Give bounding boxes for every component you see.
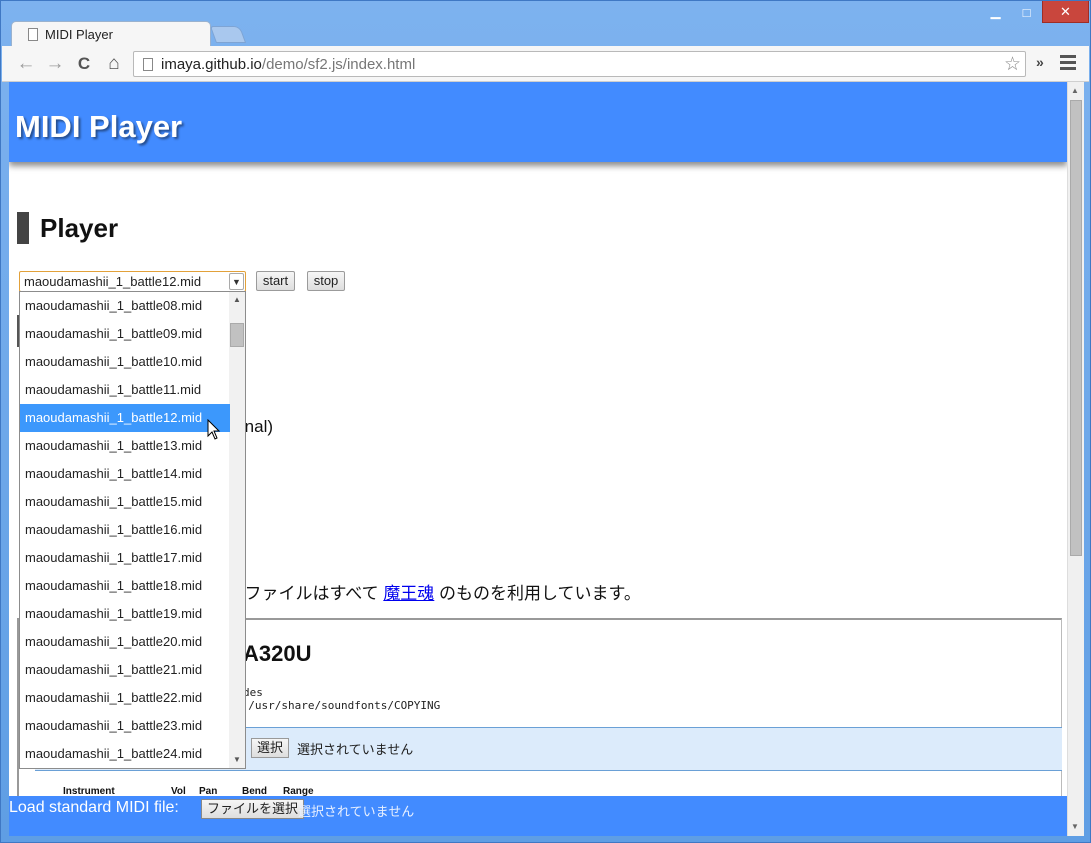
url-host: imaya.github.io xyxy=(161,55,262,73)
dropdown-option[interactable]: maoudamashii_1_battle20.mid xyxy=(20,628,230,656)
dropdown-option[interactable]: maoudamashii_1_battle17.mid xyxy=(20,544,230,572)
song-dropdown-list[interactable]: ▲ ▼ maoudamashii_1_battle08.mid maoudamas… xyxy=(19,291,246,769)
maximize-icon[interactable]: □ xyxy=(1011,1,1042,23)
window-controls: ▁ □ ✕ xyxy=(980,1,1089,23)
close-icon[interactable]: ✕ xyxy=(1042,1,1089,23)
footer-label: Load standard MIDI file: xyxy=(9,799,179,816)
extensions-overflow-icon[interactable]: » xyxy=(1036,54,1044,70)
dropdown-option[interactable]: maoudamashii_1_battle24.mid xyxy=(20,740,230,768)
browser-toolbar: ← → C ⌂ imaya.github.io/demo/sf2.js/inde… xyxy=(2,46,1089,82)
home-icon[interactable]: ⌂ xyxy=(102,52,126,76)
soundfont-file-button[interactable]: 選択 xyxy=(251,738,290,758)
tab-midi-player[interactable]: MIDI Player xyxy=(11,21,211,46)
bookmark-star-icon[interactable]: ☆ xyxy=(1004,53,1021,76)
dropdown-option[interactable]: maoudamashii_1_battle23.mid xyxy=(20,712,230,740)
soundfont-title: A320U xyxy=(243,641,312,666)
menu-icon[interactable] xyxy=(1060,55,1076,73)
scroll-down-icon[interactable]: ▼ xyxy=(233,755,241,764)
scroll-up-icon[interactable]: ▲ xyxy=(233,295,241,304)
dropdown-option[interactable]: maoudamashii_1_battle22.mid xyxy=(20,684,230,712)
dropdown-scrollbar[interactable]: ▲ ▼ xyxy=(229,292,245,768)
dropdown-option[interactable]: maoudamashii_1_battle09.mid xyxy=(20,320,230,348)
dropdown-scroll-thumb[interactable] xyxy=(230,323,244,347)
midi-file-status: 選択されていません xyxy=(298,804,415,819)
tab-title: MIDI Player xyxy=(45,26,113,42)
chevron-down-icon: ▼ xyxy=(229,273,244,290)
url-path: /demo/sf2.js/index.html xyxy=(261,55,416,73)
license-line-2: e /usr/share/soundfonts/COPYING xyxy=(235,699,441,712)
section-heading-player: Player xyxy=(17,212,118,244)
scroll-thumb[interactable] xyxy=(1070,100,1082,556)
dropdown-option[interactable]: maoudamashii_1_battle18.mid xyxy=(20,572,230,600)
midi-file-button[interactable]: ファイルを選択 xyxy=(201,799,305,819)
page-scrollbar[interactable]: ▲ ▼ xyxy=(1067,82,1084,836)
dropdown-option[interactable]: maoudamashii_1_battle21.mid xyxy=(20,656,230,684)
footer-load-bar: Load standard MIDI file: ファイルを選択 選択されていま… xyxy=(9,796,1067,836)
dropdown-option[interactable]: maoudamashii_1_battle15.mid xyxy=(20,488,230,516)
page-icon xyxy=(28,27,38,41)
soundfont-file-status: 選択されていません xyxy=(297,742,414,757)
new-tab-button[interactable] xyxy=(209,26,247,43)
dropdown-option[interactable]: maoudamashii_1_battle16.mid xyxy=(20,516,230,544)
back-icon[interactable]: ← xyxy=(14,52,38,76)
attribution-suffix: のものを利用しています。 xyxy=(439,584,641,603)
address-bar[interactable]: imaya.github.io/demo/sf2.js/index.html ☆ xyxy=(133,51,1026,77)
dropdown-option[interactable]: maoudamashii_1_battle13.mid xyxy=(20,432,230,460)
minimize-icon[interactable]: ▁ xyxy=(980,1,1011,23)
mouse-cursor-icon xyxy=(207,419,221,440)
attribution-prefix: I ファイルはすべて xyxy=(235,584,379,603)
stop-button[interactable]: stop xyxy=(307,271,345,291)
scroll-down-icon[interactable]: ▼ xyxy=(1071,822,1079,831)
song-select-value: maoudamashii_1_battle12.mid xyxy=(24,274,202,289)
site-header: MIDI Player xyxy=(9,82,1067,162)
forward-icon[interactable]: → xyxy=(43,52,67,76)
attribution-text: I ファイルはすべて 魔王魂 のものを利用しています。 xyxy=(235,579,641,604)
dropdown-option[interactable]: maoudamashii_1_battle08.mid xyxy=(20,292,230,320)
site-title: MIDI Player xyxy=(15,109,183,144)
dropdown-option[interactable]: maoudamashii_1_battle12.mid xyxy=(20,404,230,432)
dropdown-option[interactable]: maoudamashii_1_battle14.mid xyxy=(20,460,230,488)
browser-window: ▁ □ ✕ MIDI Player ← → C ⌂ imaya.github.i… xyxy=(0,0,1091,843)
scroll-up-icon[interactable]: ▲ xyxy=(1071,86,1079,95)
dropdown-option[interactable]: maoudamashii_1_battle19.mid xyxy=(20,600,230,628)
song-select[interactable]: maoudamashii_1_battle12.mid ▼ xyxy=(19,271,246,292)
dropdown-option[interactable]: maoudamashii_1_battle11.mid xyxy=(20,376,230,404)
start-button[interactable]: start xyxy=(256,271,295,291)
reload-icon[interactable]: C xyxy=(72,52,96,76)
maou-damashii-link[interactable]: 魔王魂 xyxy=(383,584,434,603)
dropdown-option[interactable]: maoudamashii_1_battle10.mid xyxy=(20,348,230,376)
page-icon xyxy=(143,57,153,71)
